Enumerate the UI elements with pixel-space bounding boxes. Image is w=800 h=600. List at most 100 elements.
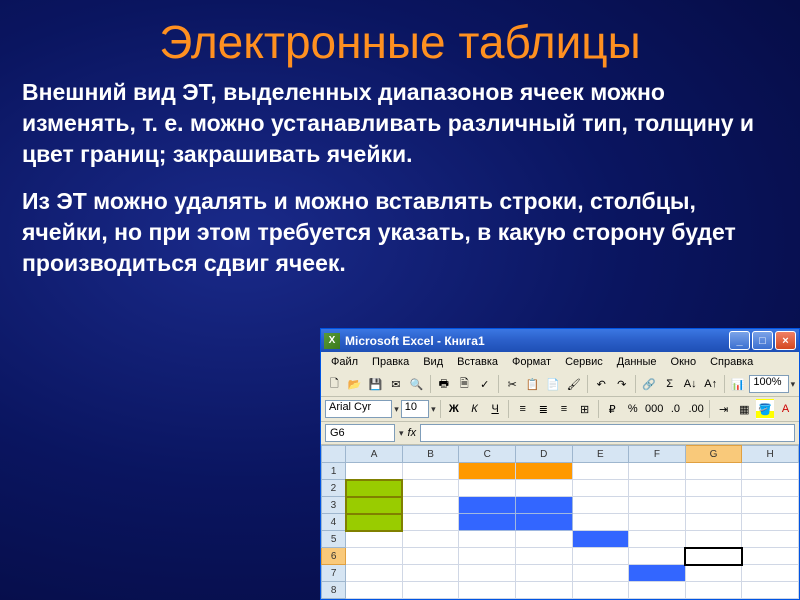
sort-desc-icon[interactable]: A↑ bbox=[701, 374, 720, 394]
cell[interactable] bbox=[629, 514, 686, 531]
paste-icon[interactable]: 📄 bbox=[544, 374, 563, 394]
close-button[interactable]: × bbox=[775, 331, 796, 350]
cell[interactable] bbox=[629, 531, 686, 548]
font-dropdown-icon[interactable]: ▾ bbox=[394, 404, 399, 415]
cell[interactable] bbox=[629, 582, 686, 599]
cell[interactable] bbox=[515, 565, 572, 582]
redo-icon[interactable]: ↷ bbox=[612, 374, 631, 394]
cell[interactable] bbox=[459, 497, 516, 514]
italic-icon[interactable]: К bbox=[465, 399, 484, 419]
cell[interactable] bbox=[685, 531, 742, 548]
cell[interactable] bbox=[346, 565, 403, 582]
cell[interactable] bbox=[346, 582, 403, 599]
minimize-button[interactable]: _ bbox=[729, 331, 750, 350]
col-header-B[interactable]: B bbox=[402, 446, 459, 463]
cell[interactable] bbox=[629, 497, 686, 514]
cell[interactable] bbox=[515, 463, 572, 480]
align-right-icon[interactable]: ≡ bbox=[555, 399, 574, 419]
open-icon[interactable]: 📂 bbox=[346, 374, 365, 394]
print-icon[interactable]: 🖶 bbox=[435, 374, 454, 394]
menu-format[interactable]: Формат bbox=[506, 354, 557, 370]
cell[interactable] bbox=[742, 480, 799, 497]
cell[interactable] bbox=[629, 548, 686, 565]
cell[interactable] bbox=[742, 463, 799, 480]
format-painter-icon[interactable]: 🖌 bbox=[565, 374, 584, 394]
cell[interactable] bbox=[402, 497, 459, 514]
cell[interactable] bbox=[742, 548, 799, 565]
menu-insert[interactable]: Вставка bbox=[451, 354, 504, 370]
menu-window[interactable]: Окно bbox=[665, 354, 703, 370]
cell[interactable] bbox=[742, 497, 799, 514]
maximize-button[interactable]: □ bbox=[752, 331, 773, 350]
font-input[interactable]: Arial Cyr bbox=[325, 400, 392, 418]
cell[interactable] bbox=[346, 531, 403, 548]
percent-icon[interactable]: % bbox=[623, 399, 642, 419]
row-header-5[interactable]: 5 bbox=[322, 531, 346, 548]
cell[interactable] bbox=[572, 497, 629, 514]
cell[interactable] bbox=[629, 480, 686, 497]
row-header-6[interactable]: 6 bbox=[322, 548, 346, 565]
bold-icon[interactable]: Ж bbox=[445, 399, 464, 419]
cell[interactable] bbox=[459, 480, 516, 497]
cell[interactable] bbox=[742, 565, 799, 582]
new-icon[interactable]: 🗋 bbox=[325, 374, 344, 394]
menu-view[interactable]: Вид bbox=[417, 354, 449, 370]
namebox-dropdown-icon[interactable]: ▾ bbox=[399, 428, 404, 439]
sum-icon[interactable]: Σ bbox=[660, 374, 679, 394]
row-header-2[interactable]: 2 bbox=[322, 480, 346, 497]
preview-icon[interactable]: 🗎 bbox=[455, 374, 474, 394]
col-header-H[interactable]: H bbox=[742, 446, 799, 463]
cell[interactable] bbox=[515, 531, 572, 548]
cell[interactable] bbox=[629, 565, 686, 582]
menu-data[interactable]: Данные bbox=[611, 354, 663, 370]
currency-icon[interactable]: ₽ bbox=[603, 399, 622, 419]
cell[interactable] bbox=[515, 514, 572, 531]
col-header-F[interactable]: F bbox=[629, 446, 686, 463]
cell[interactable] bbox=[402, 463, 459, 480]
cell[interactable] bbox=[402, 582, 459, 599]
menu-tools[interactable]: Сервис bbox=[559, 354, 609, 370]
cell[interactable] bbox=[346, 480, 403, 497]
cell[interactable] bbox=[515, 582, 572, 599]
row-header-1[interactable]: 1 bbox=[322, 463, 346, 480]
dec-decimal-icon[interactable]: .00 bbox=[687, 399, 706, 419]
col-header-E[interactable]: E bbox=[572, 446, 629, 463]
cell[interactable] bbox=[459, 463, 516, 480]
cell[interactable] bbox=[346, 463, 403, 480]
spell-icon[interactable]: ✓ bbox=[476, 374, 495, 394]
indent-icon[interactable]: ⇥ bbox=[714, 399, 733, 419]
row-header-7[interactable]: 7 bbox=[322, 565, 346, 582]
fontsize-dropdown-icon[interactable]: ▾ bbox=[431, 404, 436, 415]
fontsize-input[interactable]: 10 bbox=[401, 400, 429, 418]
cell[interactable] bbox=[402, 514, 459, 531]
select-all-corner[interactable] bbox=[322, 446, 346, 463]
align-left-icon[interactable]: ≡ bbox=[513, 399, 532, 419]
cell[interactable] bbox=[572, 565, 629, 582]
merge-icon[interactable]: ⊞ bbox=[575, 399, 594, 419]
menu-help[interactable]: Справка bbox=[704, 354, 759, 370]
col-header-G[interactable]: G bbox=[685, 446, 742, 463]
cell[interactable] bbox=[629, 463, 686, 480]
cell[interactable] bbox=[402, 565, 459, 582]
spreadsheet-grid[interactable]: A B C D E F G H 1 2 3 4 5 6 7 8 bbox=[321, 445, 799, 599]
fill-color-icon[interactable]: 🪣 bbox=[756, 399, 775, 419]
cell[interactable] bbox=[572, 514, 629, 531]
borders-icon[interactable]: ▦ bbox=[735, 399, 754, 419]
cell[interactable] bbox=[515, 497, 572, 514]
cell[interactable] bbox=[742, 582, 799, 599]
cell[interactable] bbox=[685, 497, 742, 514]
name-box[interactable]: G6 bbox=[325, 424, 395, 442]
inc-decimal-icon[interactable]: .0 bbox=[666, 399, 685, 419]
zoom-dropdown-icon[interactable]: ▾ bbox=[791, 379, 796, 390]
cell[interactable] bbox=[742, 514, 799, 531]
save-icon[interactable]: 💾 bbox=[366, 374, 385, 394]
cell[interactable] bbox=[572, 548, 629, 565]
copy-icon[interactable]: 📋 bbox=[523, 374, 542, 394]
col-header-A[interactable]: A bbox=[346, 446, 403, 463]
cell[interactable] bbox=[685, 565, 742, 582]
col-header-D[interactable]: D bbox=[515, 446, 572, 463]
chart-icon[interactable]: 📊 bbox=[729, 374, 748, 394]
comma-icon[interactable]: 000 bbox=[644, 399, 664, 419]
fx-icon[interactable]: fx bbox=[408, 427, 417, 439]
cell[interactable] bbox=[742, 531, 799, 548]
